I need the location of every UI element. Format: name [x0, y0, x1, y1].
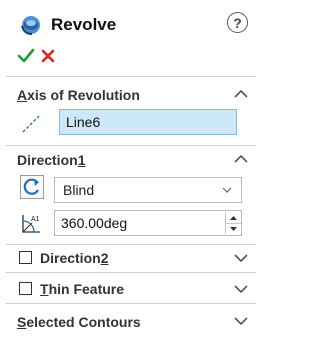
direction2-number: 2 [100, 250, 109, 266]
reverse-direction-button[interactable] [20, 175, 44, 199]
angle-input[interactable]: 360.00deg [54, 210, 242, 236]
section-axis-of-revolution[interactable]: Axis of Revolution [17, 87, 140, 103]
thin-feature-mnemonic: T [40, 281, 49, 297]
spin-down-icon[interactable] [226, 223, 241, 235]
direction1-number: 1 [77, 152, 86, 168]
angle-icon-label: A1 [31, 216, 40, 223]
spin-up-icon[interactable] [226, 212, 241, 223]
chevron-up-icon[interactable] [234, 154, 248, 164]
axis-line-icon [22, 115, 40, 133]
ok-check-icon[interactable] [17, 47, 35, 65]
divider [6, 272, 256, 273]
angle-icon: A1 [22, 215, 40, 233]
revolve-icon [21, 16, 40, 35]
divider [6, 145, 256, 146]
angle-spinner[interactable] [225, 212, 241, 234]
divider [6, 76, 256, 77]
thin-feature-label-rest: hin Feature [48, 281, 125, 297]
section-selected-contours[interactable]: Selected Contours [17, 314, 141, 330]
selected-contours-label-rest: elected Contours [26, 314, 141, 330]
section-direction1[interactable]: Direction1 [17, 152, 85, 168]
reverse-rotation-icon [23, 178, 39, 195]
axis-label-mnemonic: A [17, 87, 28, 103]
cancel-x-icon[interactable] [40, 48, 56, 64]
chevron-down-icon [222, 187, 232, 193]
chevron-up-icon[interactable] [234, 89, 248, 99]
axis-selection-field[interactable]: Line6 [59, 109, 237, 135]
feature-title: Revolve [51, 15, 117, 34]
direction1-label: Direction [17, 152, 78, 168]
thin-feature-checkbox[interactable] [19, 282, 32, 295]
selected-contours-mnemonic: S [17, 314, 27, 330]
direction2-label: Direction [40, 250, 101, 266]
section-thin-feature[interactable]: Thin Feature [40, 281, 124, 297]
help-button[interactable]: ? [227, 12, 248, 33]
chevron-down-icon[interactable] [234, 253, 248, 263]
divider [6, 303, 256, 304]
direction2-checkbox[interactable] [19, 251, 32, 264]
chevron-down-icon[interactable] [234, 316, 248, 326]
axis-label-rest: xis of Revolution [27, 87, 140, 103]
chevron-down-icon[interactable] [234, 284, 248, 294]
divider [6, 244, 256, 245]
section-direction2[interactable]: Direction2 [40, 250, 108, 266]
end-condition-dropdown[interactable]: Blind [54, 177, 242, 203]
